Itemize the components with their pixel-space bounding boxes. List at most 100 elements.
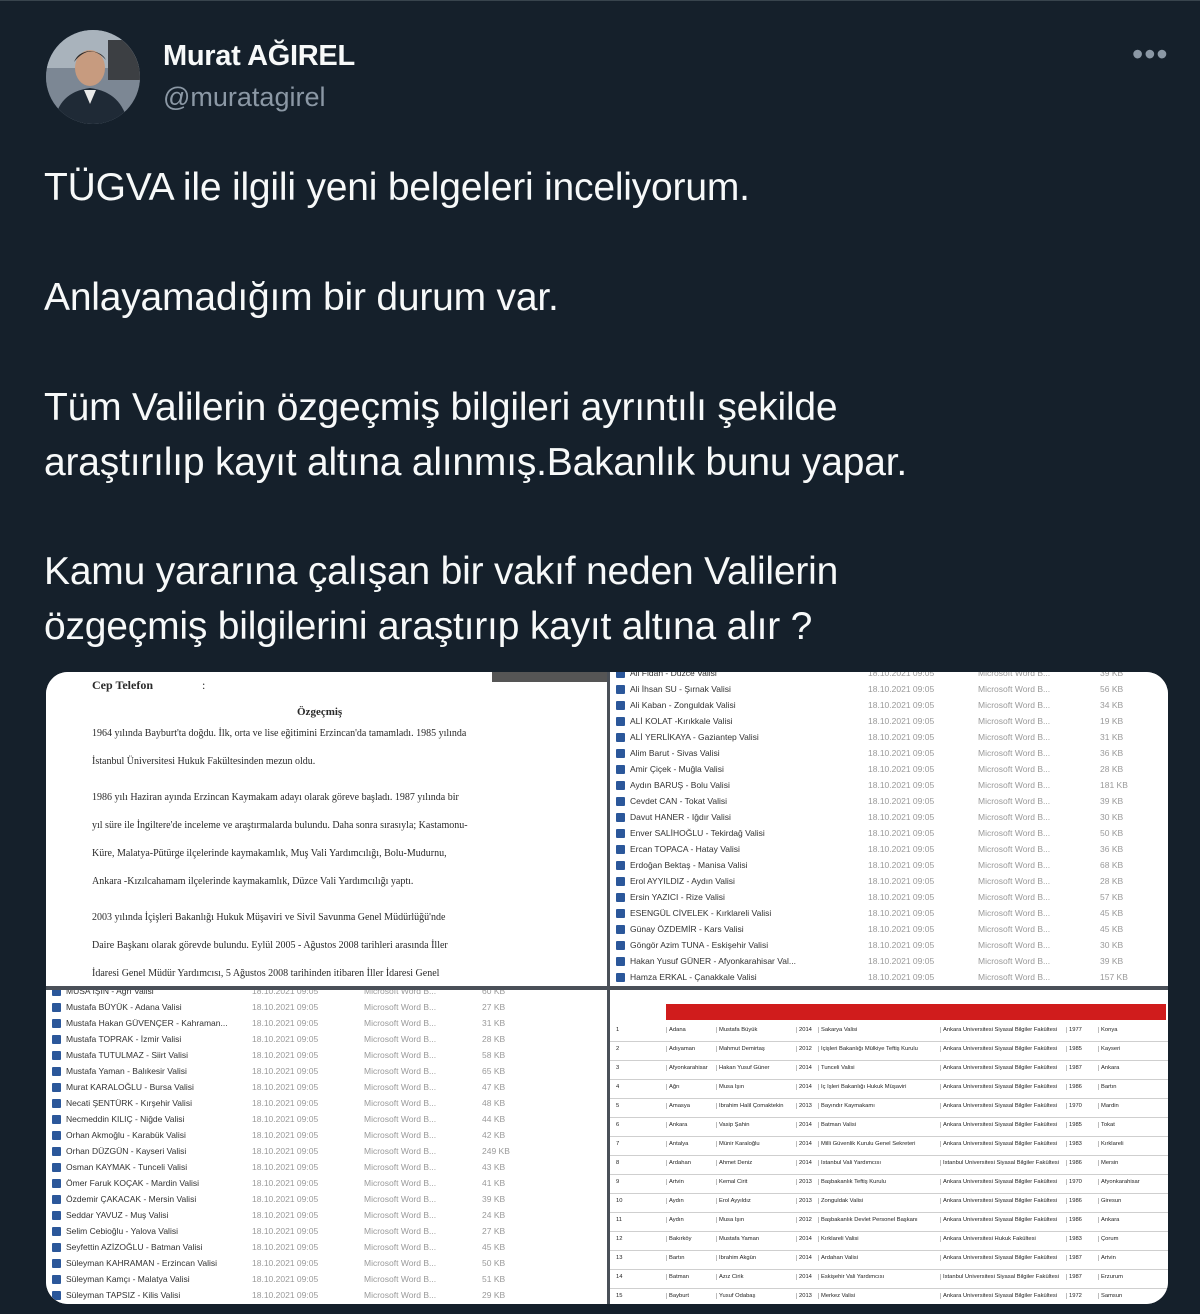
file-row: Orhan DÜZGÜN - Kayseri Valisi 18.10.2021 … bbox=[46, 1144, 607, 1160]
avatar[interactable] bbox=[46, 30, 140, 124]
file-size: 39 KB bbox=[1100, 672, 1124, 678]
file-date: 18.10.2021 09:05 bbox=[252, 1146, 319, 1156]
file-date: 18.10.2021 09:05 bbox=[252, 1258, 319, 1268]
file-name: Cevdet CAN - Tokat Valisi bbox=[630, 796, 727, 806]
file-type: Microsoft Word B... bbox=[364, 1210, 437, 1220]
author-name[interactable]: Murat AĞIREL bbox=[163, 40, 355, 73]
spreadsheet-cell: 2014 bbox=[796, 1274, 819, 1280]
word-file-icon bbox=[616, 733, 625, 742]
file-type: Microsoft Word B... bbox=[978, 796, 1051, 806]
doc-line: Daire Başkanı olarak görevde bulundu. Ey… bbox=[92, 940, 448, 951]
file-size: 36 KB bbox=[1100, 844, 1124, 854]
spreadsheet-cell: Kırklareli Valisi bbox=[818, 1236, 939, 1242]
file-type: Microsoft Word B... bbox=[978, 908, 1051, 918]
file-size: 44 KB bbox=[482, 1114, 506, 1124]
spreadsheet-cell: 14 bbox=[616, 1274, 623, 1280]
file-type: Microsoft Word B... bbox=[364, 1114, 437, 1124]
spreadsheet-cell: Amasya bbox=[666, 1103, 717, 1109]
file-size: 45 KB bbox=[1100, 924, 1124, 934]
word-file-icon bbox=[52, 1275, 61, 1284]
spreadsheet-cell: Tunceli Valisi bbox=[818, 1065, 939, 1071]
file-name: Günay ÖZDEMİR - Kars Valisi bbox=[630, 924, 744, 934]
word-file-icon bbox=[52, 1179, 61, 1188]
file-size: 27 KB bbox=[482, 1226, 506, 1236]
spreadsheet-cell: Azız Cirik bbox=[716, 1274, 797, 1280]
spreadsheet-cell: Ankara Üniversitesi Siyasal Bilgiler Fak… bbox=[940, 1293, 1067, 1299]
word-file-icon bbox=[52, 1227, 61, 1236]
spreadsheet-cell: Ahmet Deniz bbox=[716, 1160, 797, 1166]
tweet-media-grid[interactable]: Cep Telefon : Özgeçmiş 1964 yılında Bayb… bbox=[46, 672, 1168, 1304]
tweet-paragraph-4: Kamu yararına çalışan bir vakıf neden Va… bbox=[44, 544, 838, 654]
file-name: Enver SALİHOĞLU - Tekirdağ Valisi bbox=[630, 828, 765, 838]
doc-line: 2003 yılında İçişleri Bakanlığı Hukuk Mü… bbox=[92, 912, 446, 923]
word-file-icon bbox=[52, 1019, 61, 1028]
spreadsheet-cell: Ankara Üniversitesi Siyasal Bilgiler Fak… bbox=[940, 1027, 1067, 1033]
file-name: Necati ŞENTÜRK - Kırşehir Valisi bbox=[66, 1098, 192, 1108]
file-date: 18.10.2021 09:05 bbox=[868, 812, 935, 822]
file-row: Selim Cebioğlu - Yalova Valisi 18.10.2021… bbox=[46, 1224, 607, 1240]
file-name: Hamza ERKAL - Çanakkale Valisi bbox=[630, 972, 757, 982]
word-file-icon bbox=[52, 1259, 61, 1268]
spreadsheet-cell: Ankara Üniversitesi Siyasal Bilgiler Fak… bbox=[940, 1217, 1067, 1223]
word-file-icon bbox=[616, 781, 625, 790]
spreadsheet-cell: 1986 bbox=[1066, 1160, 1099, 1166]
word-file-icon bbox=[616, 941, 625, 950]
spreadsheet-cell: Ankara Üniversitesi Siyasal Bilgiler Fak… bbox=[940, 1103, 1067, 1109]
spreadsheet-cell: Ankara bbox=[1098, 1217, 1167, 1223]
file-date: 18.10.2021 09:05 bbox=[868, 972, 935, 982]
spreadsheet-cell: 2013 bbox=[796, 1293, 819, 1299]
spreadsheet-cell: 11 bbox=[616, 1217, 623, 1223]
file-date: 18.10.2021 09:05 bbox=[252, 1018, 319, 1028]
author-handle[interactable]: @muratagirel bbox=[163, 82, 325, 113]
file-date: 18.10.2021 09:05 bbox=[868, 748, 935, 758]
spreadsheet-cell: Ağrı bbox=[666, 1084, 717, 1090]
spreadsheet-cell: Ankara Üniversitesi Siyasal Bilgiler Fak… bbox=[940, 1084, 1067, 1090]
file-row: Alim Barut - Sivas Valisi 18.10.2021 09:0… bbox=[610, 746, 1168, 762]
file-size: 29 KB bbox=[482, 1290, 506, 1300]
file-size: 31 KB bbox=[1100, 732, 1124, 742]
file-type: Microsoft Word B... bbox=[364, 1098, 437, 1108]
spreadsheet-row: 11 Aydın Musa Işın 2012 Başbakanlık Devlet P… bbox=[610, 1212, 1168, 1232]
file-row: Osman KAYMAK - Tunceli Valisi 18.10.2021 … bbox=[46, 1160, 607, 1176]
file-type: Microsoft Word B... bbox=[364, 1018, 437, 1028]
word-file-icon bbox=[616, 829, 625, 838]
file-row: Necmeddin KILIÇ - Niğde Valisi 18.10.2021… bbox=[46, 1112, 607, 1128]
spreadsheet-cell: Ankara Üniversitesi Siyasal Bilgiler Fak… bbox=[940, 1046, 1067, 1052]
spreadsheet-cell: 1986 bbox=[1066, 1198, 1099, 1204]
more-options-icon[interactable]: ••• bbox=[1132, 38, 1169, 70]
doc-title: Özgeçmiş bbox=[297, 706, 343, 718]
file-size: 47 KB bbox=[482, 1082, 506, 1092]
word-file-icon bbox=[616, 749, 625, 758]
spreadsheet-cell: 10 bbox=[616, 1198, 623, 1204]
media-image-file-list-1[interactable]: Ali Fidan - Düzce Valisi 18.10.2021 09:05… bbox=[610, 672, 1168, 986]
spreadsheet-row: 6 Ankara Vasip Şahin 2014 Batman Valisi Ankar… bbox=[610, 1117, 1168, 1137]
spreadsheet-cell: Samsun bbox=[1098, 1293, 1167, 1299]
media-image-spreadsheet[interactable]: 1 Adana Mustafa Büyük 2014 Sakarya Valisi Ank… bbox=[610, 990, 1168, 1304]
spreadsheet-cell: 1986 bbox=[1066, 1217, 1099, 1223]
spreadsheet-cell: 9 bbox=[616, 1179, 620, 1185]
file-size: 39 KB bbox=[1100, 796, 1124, 806]
media-image-file-list-2[interactable]: MUSA IŞIN - Ağrı Valisi 18.10.2021 09:05 M… bbox=[46, 990, 607, 1304]
file-date: 18.10.2021 09:05 bbox=[868, 892, 935, 902]
file-date: 18.10.2021 09:05 bbox=[252, 1066, 319, 1076]
file-type: Microsoft Word B... bbox=[364, 1178, 437, 1188]
spreadsheet-cell: 13 bbox=[616, 1255, 623, 1261]
file-date: 18.10.2021 09:05 bbox=[868, 908, 935, 918]
spreadsheet-cell: Vasip Şahin bbox=[716, 1122, 797, 1128]
spreadsheet-cell: 2013 bbox=[796, 1103, 819, 1109]
file-date: 18.10.2021 09:05 bbox=[252, 1050, 319, 1060]
file-row: Mustafa Hakan GÜVENÇER - Kahraman... 18.1… bbox=[46, 1016, 607, 1032]
spreadsheet-cell: 1970 bbox=[1066, 1103, 1099, 1109]
file-type: Microsoft Word B... bbox=[978, 828, 1051, 838]
word-file-icon bbox=[52, 1243, 61, 1252]
file-name: Davut HANER - Iğdır Valisi bbox=[630, 812, 731, 822]
word-file-icon bbox=[52, 1051, 61, 1060]
spreadsheet-cell: 2012 bbox=[796, 1046, 819, 1052]
spreadsheet: 1 Adana Mustafa Büyük 2014 Sakarya Valisi Ank… bbox=[610, 990, 1168, 1304]
file-name: Ercan TOPACA - Hatay Valisi bbox=[630, 844, 740, 854]
media-image-cv-document[interactable]: Cep Telefon : Özgeçmiş 1964 yılında Bayb… bbox=[46, 672, 607, 986]
spreadsheet-cell: 1987 bbox=[1066, 1274, 1099, 1280]
file-size: 27 KB bbox=[482, 1002, 506, 1012]
spreadsheet-cell: Artvin bbox=[1098, 1255, 1167, 1261]
file-type: Microsoft Word B... bbox=[364, 1242, 437, 1252]
